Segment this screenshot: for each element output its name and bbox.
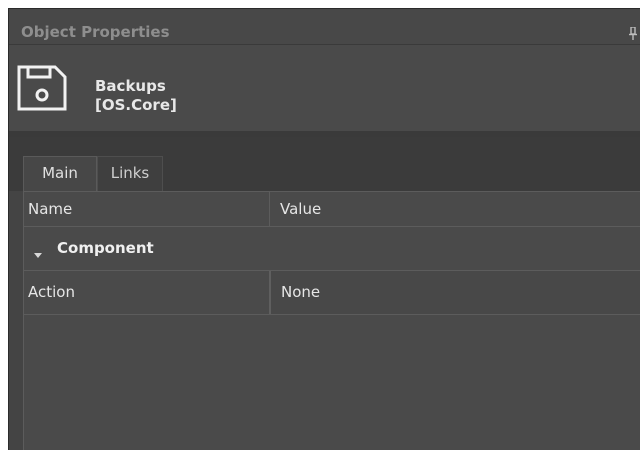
property-grid: Name Value Component Action None: [23, 191, 640, 450]
tab-bar: Main Links: [9, 137, 640, 191]
pin-icon[interactable]: [628, 26, 638, 40]
tab-main[interactable]: Main: [23, 156, 97, 191]
property-value[interactable]: None: [269, 271, 640, 314]
floppy-disk-icon: [17, 65, 67, 111]
panel-title: Object Properties: [21, 23, 170, 41]
tab-links[interactable]: Links: [97, 156, 163, 191]
property-name: Action: [28, 283, 75, 301]
object-name: Backups: [95, 77, 166, 95]
grid-header-row: Name Value: [24, 192, 640, 227]
caret-down-icon[interactable]: [34, 245, 42, 258]
object-properties-panel: Object Properties Backups [OS.Core] Main…: [8, 8, 640, 450]
group-label: Component: [57, 239, 154, 257]
column-header-value[interactable]: Value: [269, 192, 640, 226]
grid-empty-area: [24, 315, 640, 450]
group-row-component[interactable]: Component: [24, 227, 640, 271]
property-row[interactable]: Action None: [24, 271, 640, 315]
object-header: Backups [OS.Core]: [9, 45, 640, 137]
object-id: [OS.Core]: [95, 96, 177, 114]
panel-titlebar: Object Properties: [9, 9, 640, 45]
column-header-name[interactable]: Name: [24, 192, 269, 226]
